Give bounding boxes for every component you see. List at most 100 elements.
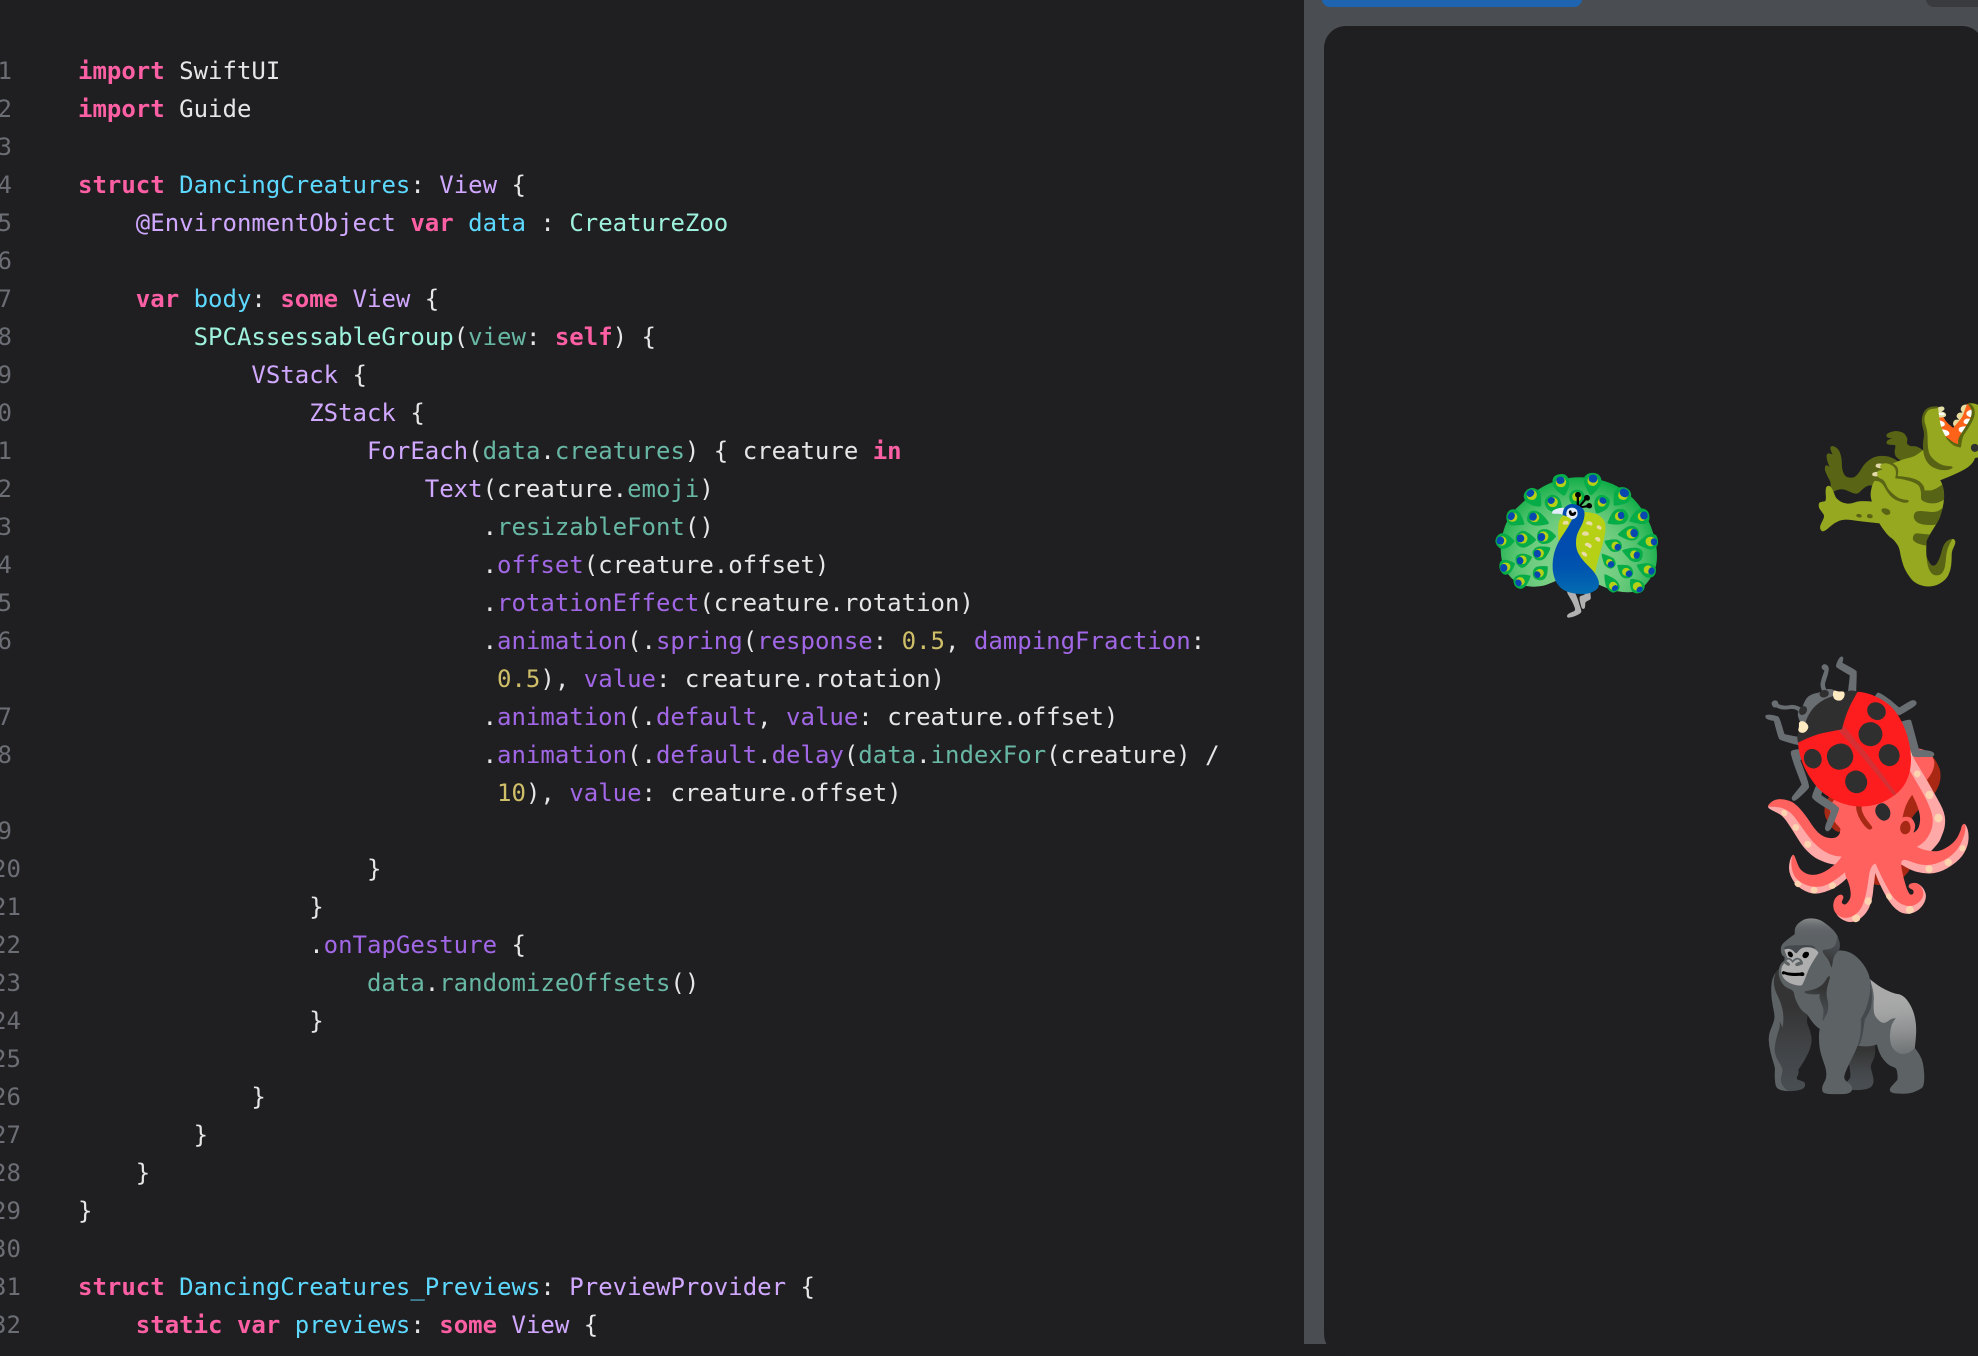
code-line[interactable]: 5 .rotationEffect(creature.rotation)	[0, 584, 974, 622]
code-token: 10	[497, 779, 526, 807]
gorilla-emoji[interactable]: 🦍	[1744, 926, 1943, 1086]
code-token: var	[135, 285, 180, 313]
peacock-emoji[interactable]: 🦚	[1484, 466, 1671, 616]
line-number: 0	[0, 399, 12, 427]
code-line[interactable]: 28 }	[0, 1154, 150, 1192]
code-line[interactable]: 20 }	[0, 850, 381, 888]
code-line[interactable]: 30	[0, 1230, 21, 1268]
live-preview-canvas[interactable]: 🦚 🦖 🐙 🐞 🦍	[1324, 26, 1978, 1356]
code-token: View	[439, 171, 498, 199]
code-line[interactable]: 1 ForEach(data.creatures) { creature in	[0, 432, 902, 470]
code-token: (.	[627, 741, 656, 769]
code-token: ),	[540, 665, 584, 693]
code-line[interactable]: 5 @EnvironmentObject var data : Creature…	[0, 204, 728, 242]
code-token: delay	[771, 741, 844, 769]
code-text: VStack {	[78, 356, 367, 394]
code-line[interactable]: 7 .animation(.default, value: creature.o…	[0, 698, 1118, 736]
code-line[interactable]: 2 Text(creature.emoji)	[0, 470, 714, 508]
code-token: data	[858, 741, 917, 769]
code-line[interactable]: 25	[0, 1040, 21, 1078]
code-line[interactable]: 8 SPCAssessableGroup(view: self) {	[0, 318, 656, 356]
t-rex-emoji[interactable]: 🦖	[1802, 377, 1978, 605]
code-line[interactable]: 9	[0, 812, 12, 850]
code-line[interactable]: 29}	[0, 1192, 92, 1230]
code-text: .animation(.default.delay(data.indexFor(…	[78, 736, 1220, 774]
code-token: :	[540, 1273, 570, 1301]
code-token: var	[236, 1311, 281, 1339]
code-token: self	[554, 323, 613, 351]
code-line[interactable]: 27 }	[0, 1116, 208, 1154]
code-text: .offset(creature.offset)	[78, 546, 830, 584]
code-line[interactable]: 0 ZStack {	[0, 394, 425, 432]
code-token: :	[410, 171, 440, 199]
code-token: onTapGesture	[323, 931, 498, 959]
code-line[interactable]: 21 }	[0, 888, 324, 926]
code-line[interactable]: 3 .resizableFont()	[0, 508, 714, 546]
code-text: data.randomizeOffsets()	[78, 964, 699, 1002]
line-number: 2	[0, 475, 12, 503]
code-token: value	[569, 779, 642, 807]
code-token: some	[280, 285, 339, 313]
code-line[interactable]: 4 .offset(creature.offset)	[0, 546, 829, 584]
code-token: :	[410, 1311, 440, 1339]
code-line[interactable]: 26 }	[0, 1078, 266, 1116]
code-line[interactable]: 24 }	[0, 1002, 324, 1040]
code-token: value	[786, 703, 859, 731]
code-token: body	[193, 285, 252, 313]
code-token: }	[78, 1083, 266, 1111]
code-token: )	[699, 475, 714, 503]
code-token: (creature) /	[1046, 741, 1220, 769]
code-line[interactable]: 1 import SwiftUI	[0, 52, 280, 90]
line-number: 8	[0, 323, 12, 351]
code-line[interactable]: 10), value: creature.offset)	[0, 774, 902, 812]
code-line[interactable]: 31 struct DancingCreatures_Previews: Prev…	[0, 1268, 815, 1306]
line-number: 9	[0, 817, 12, 845]
code-line[interactable]: 6	[0, 242, 12, 280]
code-token: :	[1190, 627, 1206, 655]
code-line[interactable]: 6 .animation(.spring(response: 0.5, damp…	[0, 622, 1205, 660]
code-line[interactable]: 8 .animation(.default.delay(data.indexFo…	[0, 736, 1220, 774]
code-line[interactable]: 7 var body: some View {	[0, 280, 439, 318]
code-token: PreviewProvider	[569, 1273, 787, 1301]
code-token: SPCAssessableGroup	[193, 323, 454, 351]
code-token: indexFor	[930, 741, 1047, 769]
code-token: creatures	[554, 437, 685, 465]
code-line[interactable]: 22 .onTapGesture {	[0, 926, 526, 964]
code-line[interactable]: 3	[0, 128, 12, 166]
code-editor[interactable]: 1 import SwiftUI 2 import Guide 3 4 struct Dan…	[0, 0, 1304, 1344]
line-number: 8	[0, 741, 12, 769]
code-token: :	[525, 323, 555, 351]
code-token: response	[757, 627, 873, 655]
code-token: emoji	[627, 475, 700, 503]
code-line[interactable]: 0.5), value: creature.rotation)	[0, 660, 945, 698]
code-token: {	[410, 285, 440, 313]
code-text: .animation(.default, value: creature.off…	[78, 698, 1119, 736]
code-line[interactable]: 23 data.randomizeOffsets()	[0, 964, 699, 1002]
line-number: 29	[0, 1197, 21, 1225]
code-token: .	[757, 741, 772, 769]
preview-tab-2[interactable]	[1926, 0, 1978, 7]
code-text: import SwiftUI	[78, 52, 280, 90]
code-text: .rotationEffect(creature.rotation)	[78, 584, 974, 622]
code-line[interactable]: 4 struct DancingCreatures: View {	[0, 166, 526, 204]
code-token: }	[78, 1159, 151, 1187]
code-token: struct	[78, 1273, 165, 1301]
preview-tab-active[interactable]	[1322, 0, 1582, 7]
code-token: value	[583, 665, 656, 693]
code-text: }	[78, 1116, 208, 1154]
code-token: :	[251, 285, 281, 313]
code-line[interactable]: 2 import Guide	[0, 90, 251, 128]
line-number: 4	[0, 171, 12, 199]
code-token: animation	[497, 627, 628, 655]
code-line[interactable]: 9 VStack {	[0, 356, 367, 394]
code-token: rotationEffect	[497, 589, 700, 617]
code-line[interactable]: 32 static var previews: some View {	[0, 1306, 598, 1344]
